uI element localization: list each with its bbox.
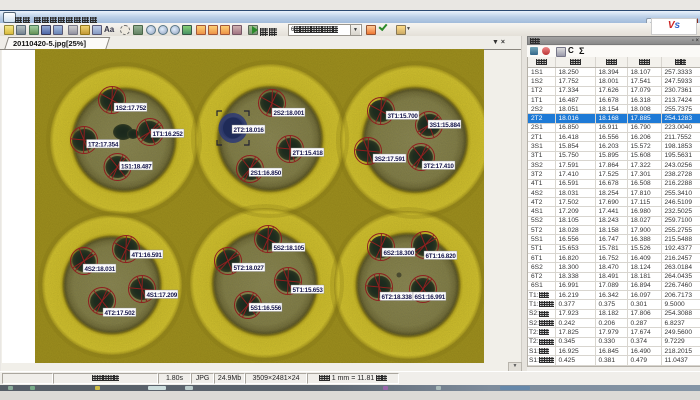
- svg-text:6T1:16.820: 6T1:16.820: [426, 253, 457, 260]
- svg-text:6S2:18.300: 6S2:18.300: [384, 250, 415, 257]
- svg-text:3S2:17.591: 3S2:17.591: [375, 156, 406, 163]
- svg-text:6S1:16.991: 6S1:16.991: [415, 294, 446, 301]
- svg-text:4S1:17.209: 4S1:17.209: [147, 292, 178, 299]
- svg-text:4T2:17.502: 4T2:17.502: [105, 310, 136, 317]
- svg-text:1S1:18.487: 1S1:18.487: [121, 164, 152, 171]
- svg-text:2S1:16.850: 2S1:16.850: [251, 170, 282, 177]
- svg-text:4T1:16.591: 4T1:16.591: [132, 252, 163, 259]
- svg-text:5S1:16.556: 5S1:16.556: [251, 305, 282, 312]
- svg-text:3S1:15.884: 3S1:15.884: [430, 122, 461, 129]
- svg-text:6T2:18.338: 6T2:18.338: [382, 294, 413, 301]
- svg-text:3T2:17.410: 3T2:17.410: [424, 163, 455, 170]
- svg-text:1T2:17.354: 1T2:17.354: [88, 142, 119, 149]
- svg-text:4S2:18.031: 4S2:18.031: [85, 266, 116, 273]
- svg-text:1T1:16.252: 1T1:16.252: [153, 131, 184, 138]
- svg-text:2T1:15.418: 2T1:15.418: [293, 150, 324, 157]
- svg-text:2S2:18.001: 2S2:18.001: [274, 110, 305, 117]
- svg-text:5T1:15.653: 5T1:15.653: [293, 287, 324, 294]
- svg-text:2T2:18.016: 2T2:18.016: [234, 127, 265, 134]
- svg-text:3T1:15.700: 3T1:15.700: [388, 113, 419, 120]
- svg-text:1S2:17.752: 1S2:17.752: [116, 105, 147, 112]
- svg-text:5T2:18.027: 5T2:18.027: [234, 265, 265, 272]
- svg-text:5S2:18.105: 5S2:18.105: [274, 245, 305, 252]
